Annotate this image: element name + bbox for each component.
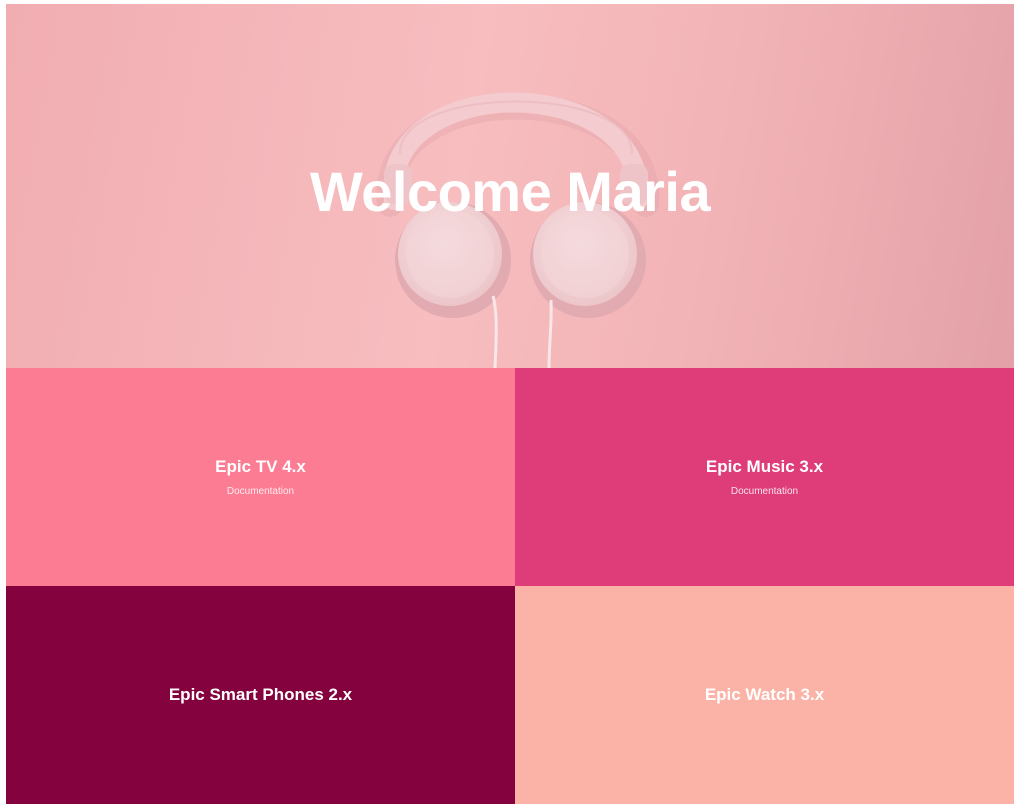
tile-subtitle: Documentation [730, 486, 799, 497]
page: Welcome Maria Epic TV 4.x Documentation … [6, 4, 1014, 804]
tile-subtitle: Documentation [226, 486, 295, 497]
tile-epic-music[interactable]: Epic Music 3.x Documentation [515, 368, 1014, 586]
tile-title: Epic TV 4.x [215, 457, 306, 476]
tile-title: Epic Watch 3.x [704, 685, 825, 704]
welcome-heading: Welcome Maria [309, 160, 711, 223]
tile-epic-watch[interactable]: Epic Watch 3.x [515, 586, 1014, 804]
tile-title: Epic Smart Phones 2.x [168, 685, 353, 704]
tile-epic-tv[interactable]: Epic TV 4.x Documentation [6, 368, 515, 586]
tile-title: Epic Music 3.x [705, 457, 824, 476]
tile-epic-smart-phones[interactable]: Epic Smart Phones 2.x [6, 586, 515, 804]
product-grid: Epic TV 4.x Documentation Epic Music 3.x… [6, 368, 1014, 804]
hero-banner: Welcome Maria [6, 4, 1014, 368]
